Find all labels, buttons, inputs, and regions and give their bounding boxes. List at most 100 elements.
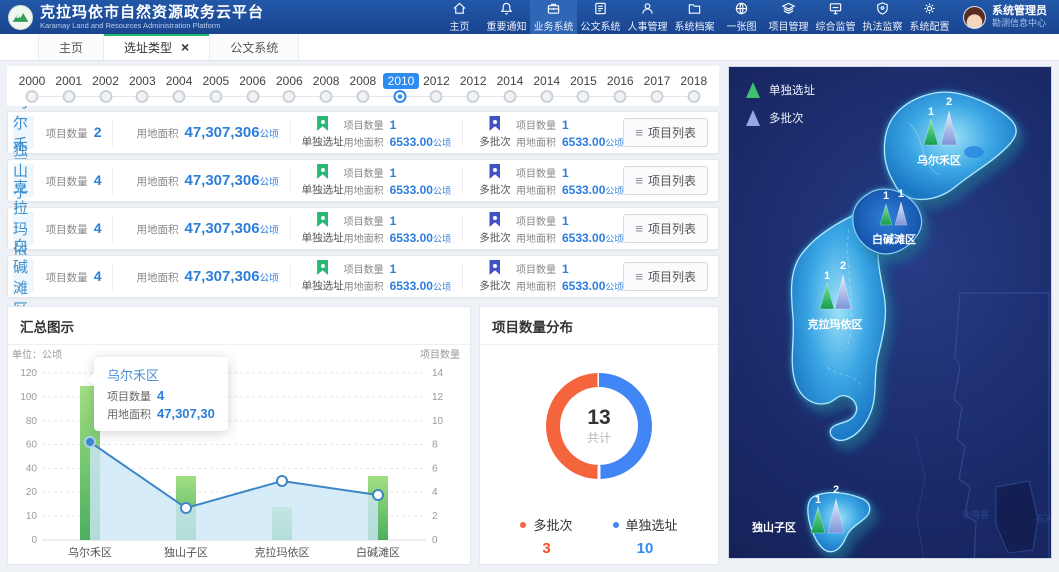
gear-icon <box>922 1 937 16</box>
multi-batch-badge: 多批次 <box>474 164 516 197</box>
svg-text:120: 120 <box>20 368 37 379</box>
year-item[interactable]: 2018 <box>677 73 711 106</box>
svg-text:1: 1 <box>898 188 904 200</box>
svg-text:8: 8 <box>432 440 438 451</box>
project-count-value: 2 <box>94 124 102 140</box>
line-area-fill <box>90 442 378 540</box>
svg-text:2: 2 <box>946 96 952 108</box>
year-item[interactable]: 2012 <box>456 73 490 106</box>
year-item[interactable]: 2006 <box>236 73 270 106</box>
year-item[interactable]: 2017 <box>640 73 674 106</box>
nav-item-home[interactable]: 主页 <box>436 0 483 34</box>
legend-dot-blue <box>613 522 619 528</box>
nav-item-map[interactable]: 一张图 <box>718 0 765 34</box>
table-row: 独山子区 项目数量4 用地面积47,307,306公顷 单独选址 项目数量1 用… <box>7 159 719 202</box>
nav-item-supervision[interactable]: 综合监管 <box>812 0 859 34</box>
close-icon[interactable]: × <box>181 40 189 54</box>
line-point <box>277 476 287 486</box>
multi-batch-stats: 项目数量1 用地面积6533.00公顷 <box>516 213 623 245</box>
project-list-button[interactable]: ≡项目列表 <box>623 262 708 291</box>
list-icon: ≡ <box>635 270 643 283</box>
svg-text:2: 2 <box>432 511 438 522</box>
user-menu[interactable]: 系统管理员 勘测信息中心 <box>953 0 1059 34</box>
svg-text:1: 1 <box>824 270 830 282</box>
year-item[interactable]: 2001 <box>52 73 86 106</box>
multi-batch-badge: 多批次 <box>474 212 516 245</box>
map-region-label: 克拉玛依区 <box>808 317 863 331</box>
nav-item-notices[interactable]: 重要通知 <box>483 0 530 34</box>
nav-item-documents[interactable]: 公文系统 <box>577 0 624 34</box>
legend-item-multi-batch[interactable]: 多批次 3 <box>520 515 572 557</box>
nav-item-archives[interactable]: 系统档案 <box>671 0 718 34</box>
svg-text:克拉玛依区: 克拉玛依区 <box>255 545 310 559</box>
monitor-icon <box>828 1 843 16</box>
nav-item-projects[interactable]: 项目管理 <box>765 0 812 34</box>
year-item[interactable]: 2000 <box>15 73 49 106</box>
svg-text:1: 1 <box>928 106 934 118</box>
land-area-value: 47,307,306公顷 <box>184 268 278 285</box>
svg-text:10: 10 <box>26 511 38 522</box>
legend-item-single-select[interactable]: 单独选址 10 <box>613 515 678 557</box>
table-row: 白碱滩区 项目数量4 用地面积47,307,306公顷 单独选址 项目数量1 用… <box>7 255 719 298</box>
region-name-cell[interactable]: 白碱滩区 <box>13 260 34 293</box>
map-svg: 沙湾县 石河子 1 2 乌尔禾 <box>729 67 1052 559</box>
year-item[interactable]: 2014 <box>493 73 527 106</box>
main-nav: 主页 重要通知 业务系统 公文系统 人事管理 系统档案 一张图 项目管理 <box>436 0 953 34</box>
summary-chart: 单位：公顷 项目数量 120100 8060 4020 <box>8 345 464 561</box>
bookmark-green-icon <box>317 212 328 227</box>
year-item[interactable]: 2016 <box>603 73 637 106</box>
tab-home[interactable]: 主页 <box>38 34 104 60</box>
map-background-label: 沙湾县 <box>962 509 989 520</box>
bookmark-blue-icon <box>489 116 500 131</box>
donut-legend: 多批次 3 单独选址 10 <box>520 515 677 557</box>
single-select-stats: 项目数量1 用地面积6533.00公顷 <box>344 117 451 149</box>
year-item[interactable]: 2004 <box>162 73 196 106</box>
year-item[interactable]: 2008 <box>309 73 343 106</box>
main-content: 2000 2001 2002 2003 2004 2005 2006 2006 … <box>0 61 1059 563</box>
nav-item-business[interactable]: 业务系统 <box>530 0 577 34</box>
year-item[interactable]: 2003 <box>125 73 159 106</box>
year-item[interactable]: 2014 <box>530 73 564 106</box>
project-list-button[interactable]: ≡项目列表 <box>623 214 708 243</box>
tab-official-documents[interactable]: 公文系统 <box>210 34 299 60</box>
year-item[interactable]: 2008 <box>346 73 380 106</box>
app-logo <box>8 5 33 30</box>
bookmark-green-icon <box>317 260 328 275</box>
nav-item-hr[interactable]: 人事管理 <box>624 0 671 34</box>
svg-text:白碱滩区: 白碱滩区 <box>356 545 400 559</box>
svg-text:12: 12 <box>432 392 444 403</box>
map-region-label: 独山子区 <box>751 520 796 534</box>
avatar <box>963 6 986 29</box>
multi-batch-badge: 多批次 <box>474 116 516 149</box>
bookmark-blue-icon <box>489 164 500 179</box>
map-background-label: 石河子 <box>1035 513 1052 524</box>
svg-text:1: 1 <box>883 190 889 202</box>
year-item[interactable]: 2005 <box>199 73 233 106</box>
user-department: 勘测信息中心 <box>992 18 1047 29</box>
year-item[interactable]: 2015 <box>566 73 600 106</box>
bookmark-blue-icon <box>489 212 500 227</box>
nav-item-settings[interactable]: 系统配置 <box>906 0 953 34</box>
svg-text:2: 2 <box>833 484 839 496</box>
single-select-stats: 项目数量1 用地面积6533.00公顷 <box>344 165 451 197</box>
person-icon <box>640 1 655 16</box>
app-title: 克拉玛依市自然资源政务云平台 <box>40 5 264 21</box>
globe-icon <box>734 1 749 16</box>
project-list-button[interactable]: ≡项目列表 <box>623 118 708 147</box>
donut-panel: 项目数量分布 13 共计 多批次 3 单独选址 <box>479 306 719 565</box>
user-name: 系统管理员 <box>992 5 1047 18</box>
bell-icon <box>499 1 514 16</box>
region-table: 乌尔禾区 项目数量2 用地面积47,307,306公顷 单独选址 项目数量1 用… <box>7 111 719 298</box>
svg-text:1: 1 <box>815 494 821 506</box>
year-item-selected[interactable]: 2010 <box>383 73 417 106</box>
table-row: 克拉玛依区 项目数量4 用地面积47,307,306公顷 单独选址 项目数量1 … <box>7 207 719 250</box>
year-item[interactable]: 2006 <box>272 73 306 106</box>
project-list-button[interactable]: ≡项目列表 <box>623 166 708 195</box>
svg-text:20: 20 <box>26 487 38 498</box>
map-region-wuerhe[interactable] <box>884 92 1016 199</box>
year-item[interactable]: 2012 <box>419 73 453 106</box>
tab-site-selection-type[interactable]: 选址类型 × <box>104 34 210 60</box>
year-item[interactable]: 2002 <box>89 73 123 106</box>
nav-item-enforcement[interactable]: 执法监察 <box>859 0 906 34</box>
svg-text:单位：公顷: 单位：公顷 <box>12 348 62 361</box>
